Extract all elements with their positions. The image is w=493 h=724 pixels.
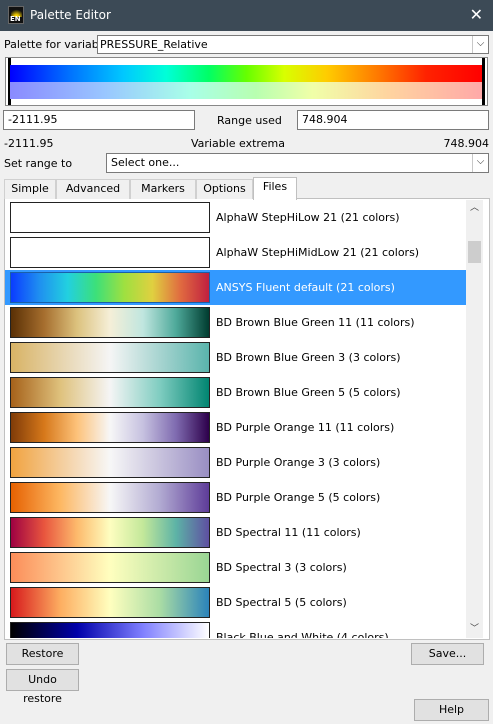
extrema-min: -2111.95 (4, 137, 54, 150)
palette-list-item[interactable]: BD Brown Blue Green 5 (5 colors) (5, 375, 466, 410)
tab-advanced-label: Advanced (65, 182, 121, 195)
tab-options-label: Options (203, 182, 246, 195)
palette-list-item[interactable]: ANSYS Fluent default (21 colors) (5, 270, 466, 305)
palette-name: AlphaW StepHiMidLow 21 (21 colors) (216, 246, 420, 259)
close-icon[interactable]: ✕ (470, 5, 483, 24)
tab-files-label: Files (262, 180, 288, 193)
palette-name: BD Purple Orange 11 (11 colors) (216, 421, 395, 434)
tab-bar: Simple Advanced Markers Options Files (4, 177, 490, 200)
range-marker-right[interactable] (482, 58, 485, 105)
palette-swatch (10, 342, 210, 373)
scroll-up-icon[interactable]: ︿ (466, 200, 483, 217)
palette-name: BD Purple Orange 5 (5 colors) (216, 491, 381, 504)
tab-files[interactable]: Files (253, 177, 297, 200)
palette-swatch (10, 587, 210, 618)
app-icon-text: EN (10, 15, 21, 23)
range-max-input[interactable]: 748.904 (297, 110, 489, 130)
palette-list-item[interactable]: BD Spectral 5 (5 colors) (5, 585, 466, 620)
palette-name: BD Spectral 5 (5 colors) (216, 596, 347, 609)
window-title: Palette Editor (30, 8, 111, 22)
palette-list-item[interactable]: Black Blue and White (4 colors) (5, 620, 466, 638)
palette-gradient-bar (10, 65, 483, 82)
palette-name: BD Brown Blue Green 5 (5 colors) (216, 386, 401, 399)
help-button[interactable]: Help (414, 699, 489, 721)
palette-swatch (10, 622, 210, 638)
palette-list-item[interactable]: BD Brown Blue Green 3 (3 colors) (5, 340, 466, 375)
variable-extrema-label: Variable extrema (191, 137, 285, 150)
variable-dropdown-value: PRESSURE_Relative (100, 38, 208, 51)
range-max-value: 748.904 (302, 113, 348, 126)
palette-for-variable-label: Palette for variable (4, 38, 109, 51)
palette-name: BD Brown Blue Green 3 (3 colors) (216, 351, 401, 364)
tab-markers[interactable]: Markers (130, 179, 196, 199)
palette-swatch (10, 482, 210, 513)
ensight-app-icon: EN (8, 6, 24, 24)
range-used-label: Range used (217, 114, 282, 127)
set-range-dropdown-value: Select one... (111, 156, 180, 169)
palette-name: BD Purple Orange 3 (3 colors) (216, 456, 381, 469)
chevron-down-icon[interactable]: ⌵ (472, 36, 488, 53)
set-range-dropdown[interactable]: Select one... ⌵ (106, 153, 489, 173)
palette-name: BD Brown Blue Green 11 (11 colors) (216, 316, 415, 329)
palette-name: Black Blue and White (4 colors) (216, 631, 389, 638)
palette-swatch (10, 552, 210, 583)
palette-gradient-bar-light (10, 82, 483, 99)
palette-swatch (10, 517, 210, 548)
scroll-down-icon[interactable]: ﹀ (466, 621, 483, 638)
title-bar: EN Palette Editor ✕ (0, 0, 493, 31)
palette-list-item[interactable]: BD Purple Orange 5 (5 colors) (5, 480, 466, 515)
set-range-label: Set range to (4, 157, 73, 170)
variable-dropdown[interactable]: PRESSURE_Relative ⌵ (97, 35, 489, 54)
range-min-value: -2111.95 (8, 113, 58, 126)
palette-swatch (10, 412, 210, 443)
palette-list-item[interactable]: BD Purple Orange 3 (3 colors) (5, 445, 466, 480)
chevron-down-icon[interactable]: ⌵ (472, 154, 488, 172)
scrollbar-thumb[interactable] (468, 241, 481, 263)
undo-restore-button[interactable]: Undo restore (6, 669, 79, 705)
palette-swatch (10, 377, 210, 408)
tab-options[interactable]: Options (196, 179, 253, 199)
palette-swatch (10, 237, 210, 268)
tab-simple-label: Simple (11, 182, 49, 195)
palette-name: AlphaW StepHiLow 21 (21 colors) (216, 211, 400, 224)
tab-advanced[interactable]: Advanced (56, 179, 130, 199)
extrema-max: 748.904 (443, 137, 490, 150)
save-button[interactable]: Save... (411, 643, 484, 665)
palette-list-item[interactable]: BD Brown Blue Green 11 (11 colors) (5, 305, 466, 340)
palette-swatch (10, 447, 210, 478)
tab-simple[interactable]: Simple (4, 179, 56, 199)
palette-name: BD Spectral 3 (3 colors) (216, 561, 347, 574)
restore-button[interactable]: Restore (6, 643, 79, 665)
palette-list-item[interactable]: AlphaW StepHiLow 21 (21 colors) (5, 200, 466, 235)
palette-swatch (10, 272, 210, 303)
list-scrollbar[interactable]: ︿ ﹀ (466, 200, 483, 638)
palette-name: BD Spectral 11 (11 colors) (216, 526, 361, 539)
tab-markers-label: Markers (141, 182, 185, 195)
palette-name: ANSYS Fluent default (21 colors) (216, 281, 395, 294)
range-min-input[interactable]: -2111.95 (3, 110, 195, 130)
palette-list-item[interactable]: AlphaW StepHiMidLow 21 (21 colors) (5, 235, 466, 270)
palette-list-item[interactable]: BD Spectral 11 (11 colors) (5, 515, 466, 550)
palette-swatch (10, 202, 210, 233)
palette-list-item[interactable]: BD Purple Orange 11 (11 colors) (5, 410, 466, 445)
palette-swatch (10, 307, 210, 338)
palette-preview[interactable] (5, 57, 488, 106)
palette-list-item[interactable]: BD Spectral 3 (3 colors) (5, 550, 466, 585)
palette-file-list[interactable]: AlphaW StepHiLow 21 (21 colors) AlphaW St… (5, 200, 466, 638)
